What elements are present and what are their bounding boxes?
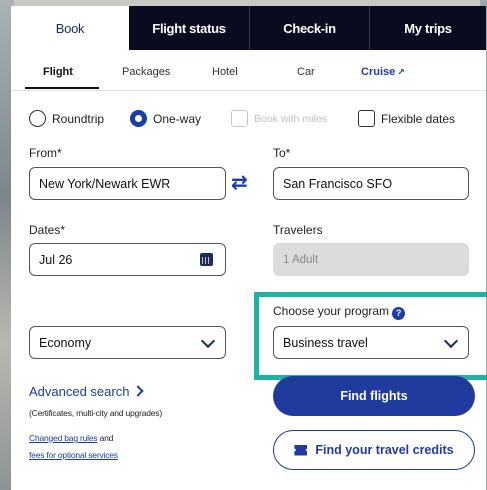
from-input[interactable]: New York/Newark EWR xyxy=(29,167,226,200)
main-tabs: Book Flight status Check-in My trips xyxy=(11,6,486,50)
roundtrip-option[interactable]: Roundtrip xyxy=(29,110,104,127)
to-label: To* xyxy=(273,146,291,160)
travelers-value: 1 Adult xyxy=(283,253,319,266)
changed-bag-rules-link[interactable]: Changed bag rules xyxy=(29,433,98,443)
advanced-search-label: Advanced search xyxy=(29,384,130,399)
oneway-option[interactable]: One-way xyxy=(130,110,201,127)
program-label: Choose your program? xyxy=(273,304,406,320)
to-value: San Francisco SFO xyxy=(283,176,393,191)
chevron-down-icon xyxy=(200,333,216,349)
divider xyxy=(11,90,486,91)
cabin-select[interactable]: Economy xyxy=(29,326,226,359)
advanced-search-note: (Certificates, multi-city and upgrades) xyxy=(29,408,162,418)
dates-value: Jul 26 xyxy=(39,252,73,267)
travel-credits-button[interactable]: Find your travel credits xyxy=(273,430,475,470)
ticket-icon xyxy=(294,444,308,456)
chevron-right-icon xyxy=(132,385,145,397)
advanced-search-link[interactable]: Advanced search xyxy=(29,384,145,399)
program-value: Business travel xyxy=(283,335,368,350)
subtab-hotel[interactable]: Hotel xyxy=(212,66,238,78)
roundtrip-radio[interactable] xyxy=(29,110,46,127)
subtab-flight[interactable]: Flight xyxy=(43,66,73,78)
booking-type-tabs: Flight Packages Hotel Car Cruise ↗ xyxy=(11,58,486,90)
flexible-dates-label: Flexible dates xyxy=(381,111,456,126)
from-value: New York/Newark EWR xyxy=(39,176,171,191)
subtab-active-indicator xyxy=(25,87,99,89)
find-flights-label: Find flights xyxy=(340,389,408,403)
find-flights-button[interactable]: Find flights xyxy=(273,376,475,416)
external-link-icon: ↗ xyxy=(397,67,405,77)
book-with-miles-option: Book with miles xyxy=(231,110,327,127)
from-label: From* xyxy=(29,146,62,160)
cabin-value: Economy xyxy=(39,335,92,350)
program-select[interactable]: Business travel xyxy=(273,326,469,359)
chevron-down-icon xyxy=(443,333,459,349)
travelers-input[interactable]: 1 Adult xyxy=(273,243,469,276)
calendar-icon[interactable] xyxy=(200,253,213,266)
dates-label: Dates* xyxy=(29,223,66,237)
subtab-cruise-label: Cruise xyxy=(361,66,396,78)
booking-widget: Book Flight status Check-in My trips Fli… xyxy=(11,6,487,490)
roundtrip-label: Roundtrip xyxy=(52,111,105,126)
book-with-miles-label: Book with miles xyxy=(254,112,327,125)
oneway-radio[interactable] xyxy=(130,110,147,127)
oneway-label: One-way xyxy=(153,111,202,126)
travelers-label: Travelers xyxy=(273,223,323,237)
tab-book[interactable]: Book xyxy=(11,6,129,50)
to-input[interactable]: San Francisco SFO xyxy=(273,167,469,200)
tab-my-trips[interactable]: My trips xyxy=(370,6,486,50)
tab-check-in[interactable]: Check-in xyxy=(250,6,370,50)
dates-input[interactable]: Jul 26 xyxy=(29,243,226,276)
travel-credits-label: Find your travel credits xyxy=(315,443,454,457)
program-label-text: Choose your program xyxy=(273,304,390,318)
bag-rules-line: Changed bag rules and xyxy=(29,433,113,443)
subtab-packages[interactable]: Packages xyxy=(122,66,170,78)
and-text: and xyxy=(97,433,114,443)
swap-icon[interactable]: ⇄ xyxy=(231,170,248,195)
flexible-dates-option[interactable]: Flexible dates xyxy=(358,110,455,127)
help-icon[interactable]: ? xyxy=(392,307,406,320)
tab-flight-status[interactable]: Flight status xyxy=(129,6,250,50)
subtab-cruise[interactable]: Cruise ↗ xyxy=(361,66,405,78)
optional-fees-link[interactable]: fees for optional services xyxy=(29,450,118,460)
flexible-dates-checkbox[interactable] xyxy=(358,110,375,127)
book-with-miles-checkbox xyxy=(231,110,248,127)
subtab-car[interactable]: Car xyxy=(297,66,315,78)
